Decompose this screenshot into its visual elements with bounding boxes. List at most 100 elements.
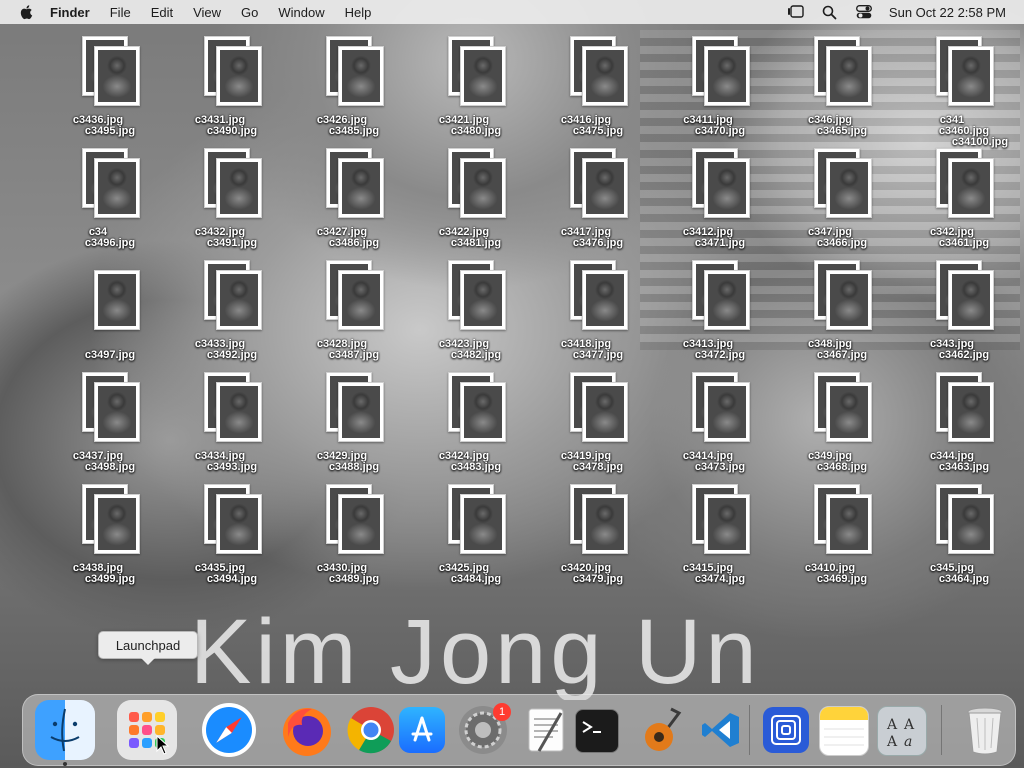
file-name-label[interactable]: c3475.jpg	[548, 125, 648, 137]
file-name-label[interactable]: c3477.jpg	[548, 349, 648, 361]
file-name-label[interactable]: c3481.jpg	[426, 237, 526, 249]
file-name-label[interactable]: c3473.jpg	[670, 461, 770, 473]
file-icon-front[interactable]	[338, 382, 384, 442]
file-icon-front[interactable]	[460, 46, 506, 106]
file-name-label[interactable]: c3469.jpg	[792, 573, 892, 585]
file-icon-front[interactable]	[338, 494, 384, 554]
file-name-label[interactable]: c3497.jpg	[60, 349, 160, 361]
file-icon-front[interactable]	[94, 494, 140, 554]
textedit-icon[interactable]	[517, 700, 577, 760]
file-name-label[interactable]: c3490.jpg	[182, 125, 282, 137]
garageband-icon[interactable]	[633, 700, 693, 760]
file-icon-front[interactable]	[826, 382, 872, 442]
file-icon-front[interactable]	[948, 158, 994, 218]
file-icon-front[interactable]	[460, 158, 506, 218]
font-book-icon[interactable]: AAAa	[877, 706, 927, 756]
file-name-label[interactable]: c3461.jpg	[914, 237, 1014, 249]
file-icon-front[interactable]	[216, 158, 262, 218]
file-icon-front[interactable]	[704, 46, 750, 106]
file-icon-front[interactable]	[94, 382, 140, 442]
menu-view[interactable]: View	[193, 5, 221, 20]
file-name-label[interactable]: c3467.jpg	[792, 349, 892, 361]
file-icon-front[interactable]	[704, 158, 750, 218]
file-name-label[interactable]: c3484.jpg	[426, 573, 526, 585]
file-name-label[interactable]: c3499.jpg	[60, 573, 160, 585]
file-icon-front[interactable]	[216, 382, 262, 442]
file-icon-front[interactable]	[94, 46, 140, 106]
file-name-label[interactable]: c3495.jpg	[60, 125, 160, 137]
file-icon-front[interactable]	[582, 270, 628, 330]
file-name-label[interactable]: c3482.jpg	[426, 349, 526, 361]
vscode-icon[interactable]	[691, 700, 751, 760]
file-icon-front[interactable]	[460, 270, 506, 330]
file-icon-front[interactable]	[582, 46, 628, 106]
file-name-label[interactable]: c3488.jpg	[304, 461, 404, 473]
file-name-label[interactable]: c3472.jpg	[670, 349, 770, 361]
trash-icon[interactable]	[955, 700, 1015, 760]
file-name-label[interactable]: c3463.jpg	[914, 461, 1014, 473]
file-name-label[interactable]: c3496.jpg	[60, 237, 160, 249]
file-name-label[interactable]: c3478.jpg	[548, 461, 648, 473]
menu-clock[interactable]: Sun Oct 22 2:58 PM	[889, 5, 1006, 20]
notes-icon[interactable]	[819, 706, 869, 756]
file-name-label[interactable]: c3479.jpg	[548, 573, 648, 585]
file-name-label[interactable]: c3493.jpg	[182, 461, 282, 473]
file-icon-front[interactable]	[704, 494, 750, 554]
file-name-label[interactable]: c3462.jpg	[914, 349, 1014, 361]
file-name-label[interactable]: c3498.jpg	[60, 461, 160, 473]
file-name-label[interactable]: c3489.jpg	[304, 573, 404, 585]
file-name-label[interactable]: c3485.jpg	[304, 125, 404, 137]
file-icon-front[interactable]	[948, 46, 994, 106]
file-icon-front[interactable]	[338, 46, 384, 106]
file-icon-front[interactable]	[460, 382, 506, 442]
menu-go[interactable]: Go	[241, 5, 258, 20]
menu-edit[interactable]: Edit	[151, 5, 173, 20]
screen-sharing-icon[interactable]	[763, 707, 809, 753]
file-name-label[interactable]: c3492.jpg	[182, 349, 282, 361]
file-icon-front[interactable]	[216, 270, 262, 330]
file-icon-front[interactable]	[948, 382, 994, 442]
file-icon-front[interactable]	[338, 270, 384, 330]
spotlight-search-icon[interactable]	[821, 4, 839, 20]
apple-menu-icon[interactable]	[18, 3, 36, 21]
file-icon-front[interactable]	[704, 382, 750, 442]
file-icon-front[interactable]	[582, 494, 628, 554]
file-name-label[interactable]: c3465.jpg	[792, 125, 892, 137]
file-icon-front[interactable]	[826, 494, 872, 554]
file-name-label[interactable]: c34100.jpg	[930, 136, 1024, 148]
chrome-icon[interactable]	[341, 700, 401, 760]
file-icon-front[interactable]	[216, 46, 262, 106]
file-icon-front[interactable]	[704, 270, 750, 330]
menu-file[interactable]: File	[110, 5, 131, 20]
file-name-label[interactable]: c3480.jpg	[426, 125, 526, 137]
firefox-icon[interactable]	[277, 700, 337, 760]
menu-help[interactable]: Help	[345, 5, 372, 20]
terminal-icon[interactable]	[575, 709, 619, 753]
file-icon-front[interactable]	[826, 46, 872, 106]
file-name-label[interactable]: c3468.jpg	[792, 461, 892, 473]
file-name-label[interactable]: c3471.jpg	[670, 237, 770, 249]
file-icon-front[interactable]	[582, 382, 628, 442]
file-icon-front[interactable]	[948, 494, 994, 554]
stage-manager-icon[interactable]	[787, 4, 805, 20]
file-name-label[interactable]: c3464.jpg	[914, 573, 1014, 585]
menu-app-name[interactable]: Finder	[50, 5, 90, 20]
file-icon-front[interactable]	[94, 270, 140, 330]
file-icon-front[interactable]	[948, 270, 994, 330]
control-center-icon[interactable]	[855, 4, 873, 20]
file-name-label[interactable]: c3474.jpg	[670, 573, 770, 585]
menu-window[interactable]: Window	[278, 5, 324, 20]
file-name-label[interactable]: c3470.jpg	[670, 125, 770, 137]
file-icon-front[interactable]	[460, 494, 506, 554]
file-icon-front[interactable]	[826, 158, 872, 218]
file-icon-front[interactable]	[216, 494, 262, 554]
system-preferences-icon[interactable]: 1	[459, 703, 511, 754]
file-name-label[interactable]: c3476.jpg	[548, 237, 648, 249]
finder-icon[interactable]	[35, 700, 95, 766]
file-icon-front[interactable]	[826, 270, 872, 330]
file-name-label[interactable]: c3483.jpg	[426, 461, 526, 473]
file-name-label[interactable]: c3466.jpg	[792, 237, 892, 249]
safari-icon[interactable]	[199, 700, 259, 760]
file-icon-front[interactable]	[582, 158, 628, 218]
file-name-label[interactable]: c3491.jpg	[182, 237, 282, 249]
